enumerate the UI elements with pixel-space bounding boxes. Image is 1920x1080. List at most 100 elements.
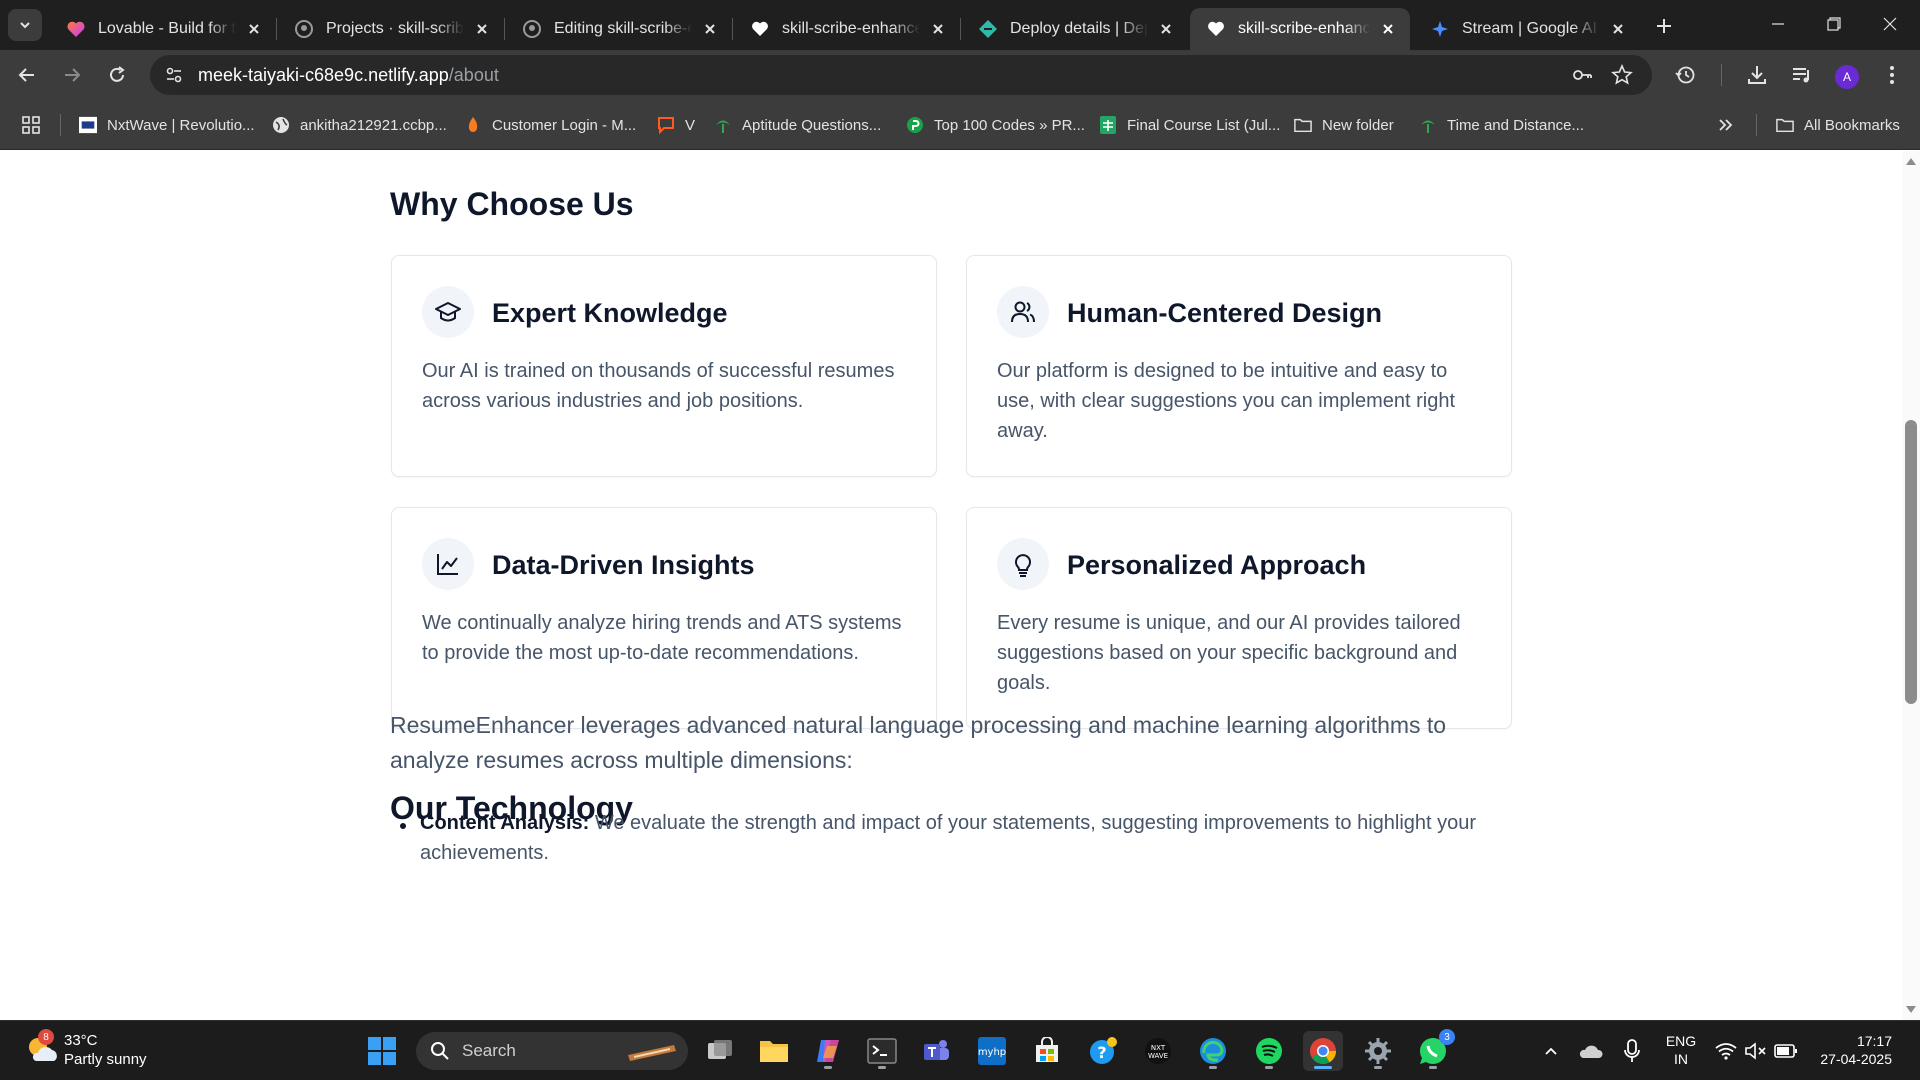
apps-button[interactable] <box>22 112 50 138</box>
arrow-right-icon <box>65 68 81 82</box>
bookmark-label: Final Course List (Jul... <box>1127 116 1281 134</box>
close-icon[interactable] <box>472 19 492 39</box>
tab-divider <box>276 18 277 40</box>
close-icon[interactable] <box>1378 19 1398 39</box>
password-key-button[interactable] <box>1566 59 1598 91</box>
microphone-button[interactable] <box>1614 1031 1650 1071</box>
close-icon[interactable] <box>700 19 720 39</box>
lovable-heart-icon <box>66 19 86 39</box>
close-icon[interactable] <box>244 19 264 39</box>
store-icon <box>1036 1037 1058 1062</box>
bookmark-star-button[interactable] <box>1606 59 1638 91</box>
whatsapp-button[interactable]: 3 <box>1413 1029 1455 1071</box>
tab-skill-scribe-active[interactable]: skill-scribe-enhance <box>1190 8 1410 50</box>
downloads-button[interactable] <box>1741 59 1773 91</box>
site-settings-icon[interactable] <box>154 55 194 95</box>
spotify-button[interactable] <box>1249 1031 1289 1071</box>
bookmark-time-distance[interactable]: Time and Distance... <box>1419 112 1584 138</box>
browser-toolbar: meek-taiyaki-c68e9c.netlify.app/about A <box>0 50 1920 100</box>
bookmark-new-folder[interactable]: New folder <box>1294 112 1394 138</box>
tab-lovable[interactable]: Lovable - Build for th <box>50 8 276 50</box>
feature-card-personalized-approach: Personalized Approach Every resume is un… <box>966 507 1512 729</box>
language-indicator[interactable]: ENG IN <box>1664 1032 1698 1068</box>
restore-button[interactable] <box>1806 0 1862 48</box>
profile-avatar[interactable]: A <box>1835 65 1859 89</box>
bookmark-nxtwave[interactable]: NxtWave | Revolutio... <box>79 112 255 138</box>
region-code: IN <box>1674 1051 1688 1067</box>
help-button[interactable]: ? <box>1083 1031 1123 1071</box>
close-icon[interactable] <box>1608 19 1628 39</box>
file-explorer-button[interactable] <box>754 1031 794 1071</box>
prepinsta-icon <box>906 116 924 134</box>
key-icon <box>1573 70 1592 80</box>
graduation-cap-icon <box>422 286 474 338</box>
running-indicator <box>878 1066 886 1069</box>
url-host: meek-taiyaki-c68e9c.netlify.app <box>198 64 449 85</box>
onedrive-button[interactable] <box>1573 1031 1609 1071</box>
media-controls-button[interactable] <box>1786 59 1818 91</box>
task-view-button[interactable] <box>700 1031 740 1071</box>
chrome-menu-button[interactable] <box>1876 59 1908 91</box>
bookmark-customer-login[interactable]: Customer Login - M... <box>464 112 636 138</box>
tab-divider <box>732 18 733 40</box>
address-bar[interactable]: meek-taiyaki-c68e9c.netlify.app/about <box>150 55 1652 95</box>
close-icon[interactable] <box>1156 19 1176 39</box>
bookmark-ccbp[interactable]: ankitha212921.ccbp... <box>272 112 447 138</box>
clock-date: 27-04-2025 <box>1820 1051 1892 1067</box>
taskbar-search[interactable]: Search <box>416 1032 688 1070</box>
chrome-button[interactable] <box>1303 1031 1343 1071</box>
back-button[interactable] <box>11 59 43 91</box>
show-hidden-icons-button[interactable] <box>1533 1031 1569 1071</box>
help-icon: ? <box>1090 1037 1117 1064</box>
forward-button[interactable] <box>56 59 88 91</box>
svg-text:myhp: myhp <box>978 1047 1006 1058</box>
scroll-up-arrow-icon[interactable] <box>1906 157 1916 165</box>
tab-github-editing[interactable]: Editing skill-scribe-en <box>506 8 732 50</box>
teams-button[interactable] <box>916 1031 956 1071</box>
indiabix-icon <box>714 116 732 134</box>
users-icon <box>997 286 1049 338</box>
tab-netlify-deploy[interactable]: Deploy details | Depl <box>962 8 1188 50</box>
tab-search-button[interactable] <box>8 9 42 41</box>
reload-button[interactable] <box>101 59 133 91</box>
weather-alert-badge: 8 <box>38 1029 54 1045</box>
bookmarks-overflow-button[interactable] <box>1717 112 1745 138</box>
battery-icon <box>1774 1044 1797 1058</box>
running-indicator <box>1374 1066 1382 1069</box>
weather-temp: 33°C <box>64 1032 98 1049</box>
edge-button[interactable] <box>1193 1031 1233 1071</box>
weather-widget[interactable]: 8 <box>24 1029 60 1067</box>
microsoft-store-button[interactable] <box>1027 1031 1067 1071</box>
close-icon[interactable] <box>928 19 948 39</box>
all-bookmarks-button[interactable]: All Bookmarks <box>1776 112 1900 138</box>
list-item-label: Content Analysis: <box>420 812 590 834</box>
tab-title: Lovable - Build for th <box>98 20 236 37</box>
close-window-button[interactable] <box>1862 0 1918 48</box>
myhp-button[interactable]: myhp <box>972 1031 1012 1071</box>
tab-title: Deploy details | Depl <box>1010 20 1148 37</box>
scroll-down-arrow-icon[interactable] <box>1906 1006 1916 1014</box>
nxtwave-app-button[interactable]: NXT WAVE <box>1138 1031 1178 1071</box>
bookmark-label: Customer Login - M... <box>492 116 637 134</box>
system-clock[interactable]: 17:17 27-04-2025 <box>1812 1032 1892 1068</box>
tab-github-projects[interactable]: Projects · skill-scribe <box>278 8 504 50</box>
tab-google-ai-studio[interactable]: Stream | Google AI St <box>1414 8 1640 50</box>
card-body: Every resume is unique, and our AI provi… <box>997 612 1461 694</box>
terminal-button[interactable] <box>862 1031 902 1071</box>
battery-status[interactable] <box>1768 1031 1804 1071</box>
chevron-double-right-icon <box>1717 116 1735 134</box>
start-button[interactable] <box>362 1031 402 1071</box>
scroll-thumb[interactable] <box>1905 420 1917 704</box>
tab-title: skill-scribe-enhance <box>782 20 920 37</box>
new-tab-button[interactable] <box>1650 12 1678 40</box>
minimize-button[interactable] <box>1750 0 1806 48</box>
bookmark-course-list[interactable]: Final Course List (Jul... <box>1099 112 1280 138</box>
task-view-icon <box>708 1040 732 1059</box>
bookmark-prepinsta[interactable]: Top 100 Codes » PR... <box>906 112 1085 138</box>
bookmark-aptitude[interactable]: Aptitude Questions... <box>714 112 881 138</box>
settings-button[interactable] <box>1358 1031 1398 1071</box>
tab-skill-scribe-1[interactable]: skill-scribe-enhance <box>734 8 960 50</box>
history-button[interactable] <box>1669 59 1701 91</box>
bookmark-v[interactable]: V <box>657 112 695 138</box>
copilot-button[interactable] <box>808 1031 848 1071</box>
